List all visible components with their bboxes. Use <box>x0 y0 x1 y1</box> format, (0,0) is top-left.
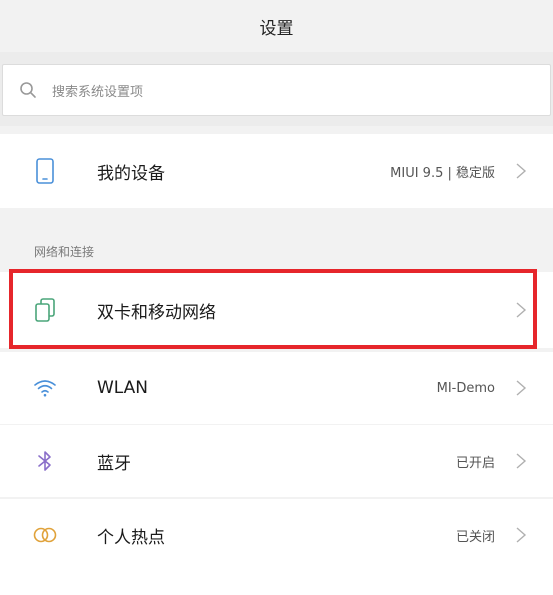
my-device-value: MIUI 9.5 | 稳定版 <box>390 165 495 181</box>
my-device-item[interactable]: 我的设备 MIUI 9.5 | 稳定版 <box>0 134 553 208</box>
sim-card-icon <box>32 297 58 323</box>
wlan-label: WLAN <box>97 378 149 398</box>
search-icon <box>20 82 36 98</box>
search-placeholder: 搜索系统设置项 <box>52 84 144 100</box>
wifi-icon <box>32 375 58 401</box>
section-header: 网络和连接 <box>0 216 553 266</box>
wlan-value: MI-Demo <box>436 380 495 396</box>
chevron-right-icon <box>516 163 527 179</box>
hotspot-label: 个人热点 <box>97 527 165 548</box>
phone-icon <box>32 158 58 184</box>
search-area: 搜索系统设置项 <box>0 52 553 126</box>
bluetooth-label: 蓝牙 <box>97 453 131 474</box>
page-title: 设置 <box>259 18 294 39</box>
my-device-label: 我的设备 <box>97 163 165 184</box>
hotspot-item[interactable]: 个人热点 已关闭 <box>0 499 553 571</box>
chevron-right-icon <box>516 302 527 318</box>
dual-sim-item[interactable]: 双卡和移动网络 <box>0 272 553 348</box>
chevron-right-icon <box>516 380 527 396</box>
bluetooth-item[interactable]: 蓝牙 已开启 <box>0 425 553 497</box>
chevron-right-icon <box>516 527 527 543</box>
bluetooth-value: 已开启 <box>455 455 495 471</box>
dual-sim-label: 双卡和移动网络 <box>97 302 216 323</box>
top-bar: 设置 <box>0 0 553 52</box>
search-input[interactable]: 搜索系统设置项 <box>2 64 551 116</box>
bluetooth-icon <box>32 448 58 474</box>
section-title: 网络和连接 <box>34 245 95 259</box>
wlan-item[interactable]: WLAN MI-Demo <box>0 352 553 424</box>
hotspot-icon <box>32 522 58 548</box>
next-item-partial <box>0 571 553 595</box>
hotspot-value: 已关闭 <box>455 529 495 545</box>
chevron-right-icon <box>516 453 527 469</box>
